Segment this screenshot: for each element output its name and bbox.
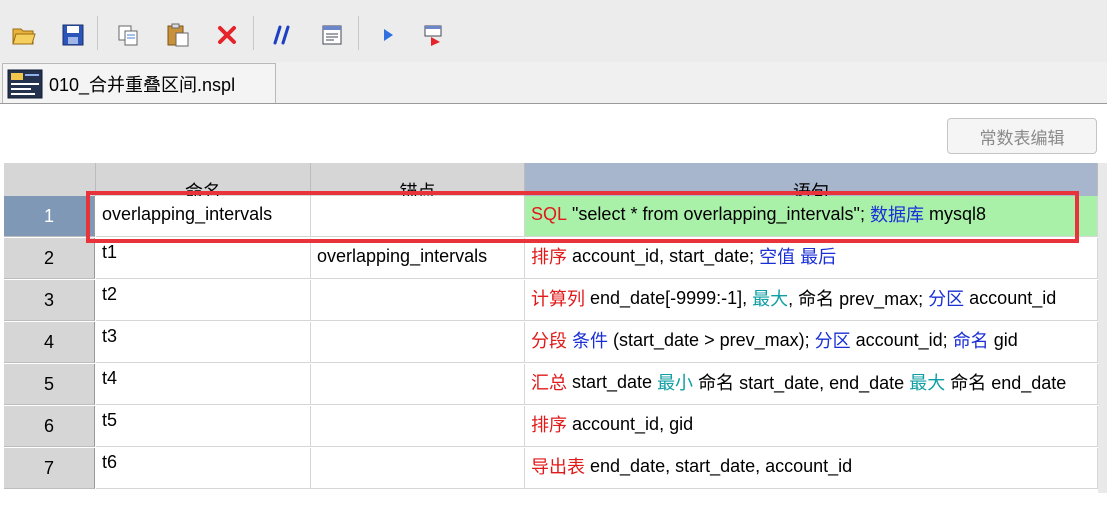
statement-text: 命名 start_date, end_date (693, 373, 910, 393)
comment-icon[interactable] (268, 20, 298, 50)
statement-text: account_id, gid (567, 413, 694, 434)
row-number[interactable]: 2 (4, 238, 95, 279)
text-editor-icon[interactable] (317, 20, 347, 50)
statement-cell[interactable]: 排序 account_id, gid (525, 406, 1098, 447)
name-cell[interactable]: t2 (96, 280, 311, 321)
statement-text: account_id; (850, 329, 953, 350)
open-icon[interactable] (9, 20, 39, 50)
statement-keyword: 最大 (909, 373, 946, 393)
anchor-cell[interactable] (311, 448, 525, 489)
row-number[interactable]: 3 (4, 280, 95, 321)
anchor-column-header[interactable]: 锚点 (311, 163, 525, 196)
statement-keyword: 分区 (814, 331, 851, 351)
name-cell[interactable]: t6 (96, 448, 311, 489)
grid-row[interactable]: 6 t5 排序 account_id, gid (4, 406, 1098, 447)
statement-text: gid (988, 329, 1018, 350)
statement-cell[interactable]: 计算列 end_date[-9999:-1], 最大, 命名 prev_max;… (525, 280, 1098, 321)
toolbar (0, 0, 1107, 62)
grid-row[interactable]: 1 overlapping_intervals SQL "select * from… (4, 196, 1098, 237)
file-tab-label: 010_合并重叠区间.nspl (49, 74, 236, 95)
grid-row[interactable]: 7 t6 导出表 end_date, start_date, account_id (4, 448, 1098, 489)
statement-keyword: 分区 (928, 289, 965, 309)
statement-text: "select * from overlapping_intervals"; (567, 203, 870, 224)
row-number[interactable]: 7 (4, 448, 95, 489)
copy-icon[interactable] (113, 20, 143, 50)
grid-row[interactable]: 5 t4 汇总 start_date 最小 命名 start_date, end_d… (4, 364, 1098, 405)
save-icon[interactable] (58, 20, 88, 50)
anchor-cell[interactable] (311, 406, 525, 447)
name-cell[interactable]: t4 (96, 364, 311, 405)
name-cell[interactable]: overlapping_intervals (96, 196, 311, 237)
statement-text: end_date[-9999:-1], (585, 287, 753, 308)
script-panel: 常数表编辑 命名 锚点 语句 1 overlapping_intervals SQL… (0, 103, 1107, 515)
statement-keyword: 空值 最后 (759, 247, 837, 267)
name-cell[interactable]: t1 (96, 238, 311, 279)
statement-cell[interactable]: SQL "select * from overlapping_intervals… (525, 196, 1098, 237)
anchor-cell[interactable] (311, 322, 525, 363)
statement-text: 命名 end_date (945, 373, 1067, 393)
row-number-header (4, 163, 96, 196)
statement-text: (start_date > prev_max); (608, 329, 815, 350)
step-run-icon[interactable] (420, 20, 450, 50)
file-tab[interactable]: 010_合并重叠区间.nspl (2, 63, 276, 103)
statement-keyword: 计算列 (531, 289, 585, 309)
statement-text: account_id (964, 287, 1057, 308)
grid-row[interactable]: 3 t2 计算列 end_date[-9999:-1], 最大, 命名 prev_m… (4, 280, 1098, 321)
name-cell[interactable]: t5 (96, 406, 311, 447)
statement-keyword: 数据库 (869, 205, 924, 225)
statement-keyword: 分段 (531, 331, 567, 351)
statement-text: , 命名 prev_max; (788, 289, 929, 309)
statement-keyword: 命名 (952, 331, 989, 351)
statement-text: account_id, start_date; (567, 245, 760, 266)
statement-keyword: SQL (531, 203, 568, 224)
name-column-header[interactable]: 命名 (96, 163, 311, 196)
statement-text: end_date, start_date, account_id (585, 455, 853, 476)
row-number[interactable]: 4 (4, 322, 95, 363)
delete-icon[interactable] (212, 20, 242, 50)
row-number[interactable]: 5 (4, 364, 95, 405)
constant-table-edit-button[interactable]: 常数表编辑 (947, 118, 1097, 154)
vertical-scrollbar[interactable] (1098, 163, 1107, 493)
anchor-cell[interactable]: overlapping_intervals (311, 238, 525, 279)
statement-cell[interactable]: 分段 条件 (start_date > prev_max); 分区 accoun… (525, 322, 1098, 363)
grid-row[interactable]: 2 t1 overlapping_intervals 排序 account_id, s… (4, 238, 1098, 279)
statement-cell[interactable]: 汇总 start_date 最小 命名 start_date, end_date… (525, 364, 1098, 405)
anchor-cell[interactable] (311, 280, 525, 321)
statement-keyword: 排序 (531, 247, 567, 267)
statement-keyword: 最大 (752, 289, 789, 309)
row-number[interactable]: 1 (4, 196, 95, 237)
script-file-icon (7, 69, 43, 99)
anchor-cell[interactable] (311, 364, 525, 405)
statement-keyword: 排序 (531, 415, 567, 435)
statement-column-header[interactable]: 语句 (525, 163, 1098, 196)
anchor-cell[interactable] (311, 196, 525, 237)
statement-keyword: 汇总 (531, 373, 567, 393)
statement-keyword: 最小 (657, 373, 694, 393)
statement-keyword: 导出表 (531, 457, 585, 477)
statement-cell[interactable]: 排序 account_id, start_date; 空值 最后 (525, 238, 1098, 279)
name-cell[interactable]: t3 (96, 322, 311, 363)
run-icon[interactable] (373, 20, 403, 50)
statement-text: start_date (567, 371, 658, 392)
statement-keyword: 条件 (572, 331, 609, 351)
statement-cell[interactable]: 导出表 end_date, start_date, account_id (525, 448, 1098, 489)
row-number[interactable]: 6 (4, 406, 95, 447)
paste-icon[interactable] (163, 20, 193, 50)
grid-row[interactable]: 4 t3 分段 条件 (start_date > prev_max); 分区 acc… (4, 322, 1098, 363)
statement-text: mysql8 (923, 203, 986, 224)
